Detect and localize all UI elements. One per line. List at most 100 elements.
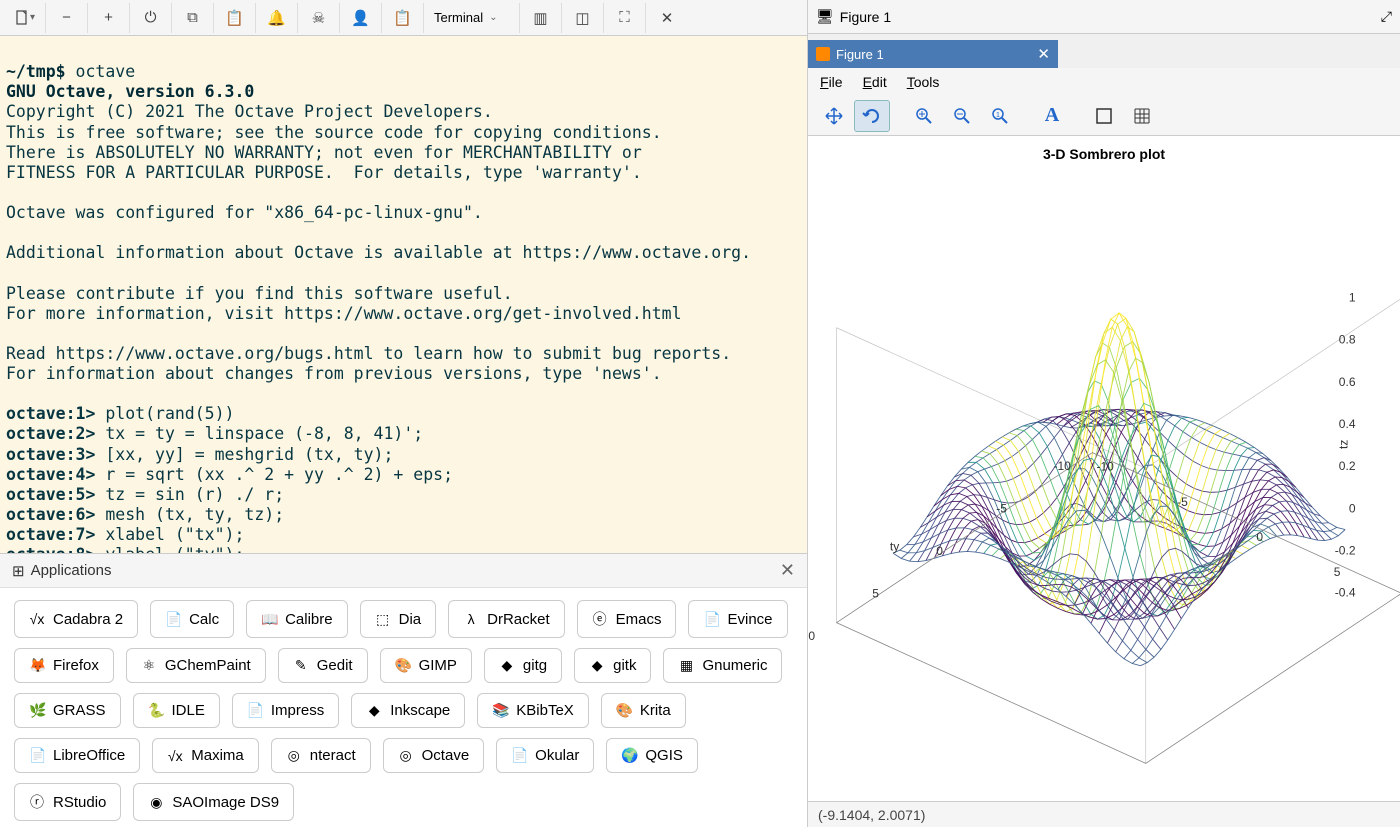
app-icon: 🌍 xyxy=(621,747,637,764)
app-gitg[interactable]: ◆gitg xyxy=(484,648,562,683)
clipboard-button[interactable]: 📋 xyxy=(382,3,424,33)
app-kbibtex[interactable]: 📚KBibTeX xyxy=(477,693,589,728)
zoom-in-tool[interactable] xyxy=(906,100,942,132)
app-firefox[interactable]: 🦊Firefox xyxy=(14,648,114,683)
applications-grid: √xCadabra 2 📄Calc 📖Calibre ⬚ Dia λDrRacket ⓔEm… xyxy=(0,588,807,827)
pan-tool[interactable] xyxy=(816,100,852,132)
app-icon: ◆ xyxy=(499,657,515,674)
app-cadabra-2[interactable]: √xCadabra 2 xyxy=(14,600,138,638)
svg-text:-10: -10 xyxy=(1053,459,1071,473)
app-rstudio[interactable]: ⓡRStudio xyxy=(14,783,121,821)
app-gedit[interactable]: ✎Gedit xyxy=(278,648,368,683)
applications-panel: ⊞ Applications ✕ √xCadabra 2📄Calc📖Calibr… xyxy=(0,553,807,827)
app-emacs[interactable]: ⓔEmacs xyxy=(577,600,677,638)
power-button[interactable]: ⏻ xyxy=(130,3,172,33)
app-icon: ✎ xyxy=(293,657,309,674)
applications-title: Applications xyxy=(31,562,112,579)
app-evince[interactable]: 📄Evince xyxy=(688,600,787,638)
text-tool[interactable]: A xyxy=(1034,100,1070,132)
app-idle[interactable]: 🐍IDLE xyxy=(133,693,220,728)
octave-cmd: tz = sin (r) ./ r; xyxy=(95,485,284,504)
close-terminal-button[interactable]: ✕ xyxy=(646,3,688,33)
select-tool[interactable] xyxy=(1086,100,1122,132)
figure-tab-bar: 🖥 Figure 1 ⤢ xyxy=(808,0,1400,34)
app-libreoffice[interactable]: 📄LibreOffice xyxy=(14,738,140,773)
app-qgis[interactable]: 🌍QGIS xyxy=(606,738,698,773)
terminal-select[interactable]: Terminal⌄ xyxy=(424,3,520,33)
zoom-in-button[interactable]: + xyxy=(88,3,130,33)
app-gchempaint[interactable]: ⚛GChemPaint xyxy=(126,648,266,683)
skull-icon[interactable]: ☠ xyxy=(298,3,340,33)
app-icon: ◆ xyxy=(589,657,605,674)
fullscreen-button[interactable]: ⛶ xyxy=(604,3,646,33)
zoom-out-tool[interactable] xyxy=(944,100,980,132)
octave-prompt: octave:4> xyxy=(6,465,95,484)
app-saoimage-ds9[interactable]: ◉ SAOImage DS9 xyxy=(133,783,294,821)
app-dia[interactable]: ⬚ Dia xyxy=(360,600,437,638)
app-calibre[interactable]: 📖Calibre xyxy=(246,600,348,638)
svg-text:0.6: 0.6 xyxy=(1339,375,1356,389)
new-file-button[interactable]: ▾ xyxy=(4,3,46,33)
applications-close-button[interactable]: ✕ xyxy=(780,560,795,581)
app-icon: 📄 xyxy=(165,611,181,628)
svg-text:-10: -10 xyxy=(1096,460,1114,474)
figure-titlebar[interactable]: Figure 1 ✕ xyxy=(808,40,1058,68)
svg-text:0.8: 0.8 xyxy=(1339,333,1356,347)
app-nteract[interactable]: ◎nteract xyxy=(271,738,371,773)
app-label: Calibre xyxy=(285,611,333,628)
expand-button[interactable]: ⤢ xyxy=(1381,8,1392,25)
app-label: SAOImage DS9 xyxy=(172,794,279,811)
app-impress[interactable]: 📄Impress xyxy=(232,693,339,728)
app-gitk[interactable]: ◆ gitk xyxy=(574,648,651,683)
shell-prompt: ~/tmp$ xyxy=(6,62,66,81)
app-icon: ⬚ xyxy=(375,611,391,628)
app-okular[interactable]: 📄Okular xyxy=(496,738,594,773)
app-inkscape[interactable]: ◆Inkscape xyxy=(351,693,465,728)
app-calc[interactable]: 📄Calc xyxy=(150,600,234,638)
plot-area[interactable]: 3-D Sombrero plot -0.4-0.200.20.40.60.81… xyxy=(808,136,1400,801)
copy-button[interactable]: ⧉ xyxy=(172,3,214,33)
app-octave[interactable]: ◎Octave xyxy=(383,738,485,773)
terminal-select-label: Terminal xyxy=(434,10,483,25)
app-icon: 🐍 xyxy=(148,702,164,719)
user-x-button[interactable]: 👤 xyxy=(340,3,382,33)
app-label: Okular xyxy=(535,747,579,764)
app-label: gitk xyxy=(613,657,636,674)
rotate-tool[interactable] xyxy=(854,100,890,132)
split-h-button[interactable]: ▥ xyxy=(520,3,562,33)
app-maxima[interactable]: √xMaxima xyxy=(152,738,259,773)
menu-tools[interactable]: Tools xyxy=(907,74,940,90)
paste-button[interactable]: 📋 xyxy=(214,3,256,33)
cursor-coords: (-9.1404, 2.0071) xyxy=(818,807,925,823)
figure-tab[interactable]: 🖥 Figure 1 xyxy=(816,8,891,25)
terminal-output[interactable]: ~/tmp$ octave GNU Octave, version 6.3.0 … xyxy=(0,36,807,553)
app-gnumeric[interactable]: ▦Gnumeric xyxy=(663,648,782,683)
figure-window-title: Figure 1 xyxy=(836,47,884,62)
app-grass[interactable]: 🌿GRASS xyxy=(14,693,121,728)
octave-cmd: mesh (tx, ty, tz); xyxy=(95,505,284,524)
app-drracket[interactable]: λDrRacket xyxy=(448,600,565,638)
grid-tool[interactable] xyxy=(1124,100,1160,132)
app-icon: ◉ xyxy=(148,794,164,811)
zoom-fit-tool[interactable]: 1 xyxy=(982,100,1018,132)
app-icon: ◎ xyxy=(286,747,302,764)
split-v-button[interactable]: ◫ xyxy=(562,3,604,33)
menu-file[interactable]: File xyxy=(820,74,843,90)
app-gimp[interactable]: 🎨GIMP xyxy=(380,648,472,683)
app-label: Inkscape xyxy=(390,702,450,719)
figure-close-button[interactable]: ✕ xyxy=(1037,45,1050,63)
app-label: Krita xyxy=(640,702,671,719)
app-label: Dia xyxy=(399,611,422,628)
svg-text:tz: tz xyxy=(1337,440,1351,449)
app-label: GRASS xyxy=(53,702,106,719)
zoom-out-button[interactable]: − xyxy=(46,3,88,33)
octave-contribute: Please contribute if you find this softw… xyxy=(6,284,513,303)
menu-edit[interactable]: Edit xyxy=(863,74,887,90)
bell-button[interactable]: 🔔 xyxy=(256,3,298,33)
svg-text:5: 5 xyxy=(872,587,879,601)
app-krita[interactable]: 🎨Krita xyxy=(601,693,686,728)
app-label: Evince xyxy=(727,611,772,628)
app-icon: ◎ xyxy=(398,747,414,764)
octave-config: Octave was configured for "x86_64-pc-lin… xyxy=(6,203,483,222)
octave-news: For information about changes from previ… xyxy=(6,364,662,383)
